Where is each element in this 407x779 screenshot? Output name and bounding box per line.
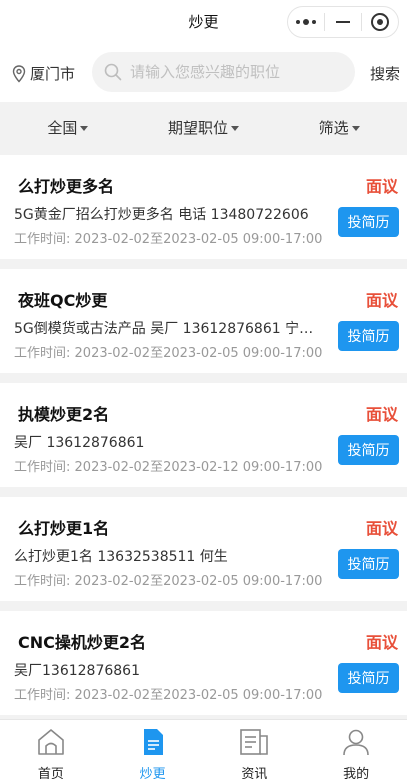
filter-label: 筛选 (318, 118, 349, 137)
search-icon (104, 63, 122, 81)
tab-profile[interactable]: 我的 (305, 720, 407, 779)
more-button[interactable] (288, 7, 324, 37)
apply-button[interactable]: 投简历 (338, 321, 399, 351)
minimize-button[interactable] (325, 7, 361, 37)
job-card[interactable]: 执模炒更2名 面议 吴厂 13612876861 工作时间: 2023-02-0… (0, 383, 407, 487)
caret-down-icon (231, 125, 240, 131)
job-time: 工作时间: 2023-02-02至2023-02-05 09:00-17:00 (14, 570, 322, 589)
minimize-icon (336, 21, 350, 23)
job-title: CNC操机炒更2名 (18, 633, 147, 652)
tab-home[interactable]: 首页 (0, 720, 102, 779)
apply-button[interactable]: 投简历 (338, 663, 399, 693)
apply-button[interactable]: 投简历 (338, 549, 399, 579)
job-time-label: 工作时间: (14, 232, 71, 247)
filter-label: 期望职位 (168, 118, 229, 137)
miniprogram-capsule (287, 6, 399, 38)
close-miniprogram-button[interactable] (362, 7, 398, 37)
tab-gigs[interactable]: 炒更 (102, 720, 204, 779)
more-dots-icon (296, 19, 316, 25)
tab-label: 首页 (37, 767, 64, 779)
job-time-label: 工作时间: (14, 460, 71, 475)
job-card[interactable]: 么打炒更多名 面议 5G黄金厂招么打炒更多名 电话 13480722606 工作… (0, 155, 407, 259)
tab-label: 我的 (343, 767, 370, 779)
person-icon (343, 729, 369, 756)
job-card[interactable]: 么打炒更1名 面议 么打炒更1名 13632538511 何生 工作时间: 20… (0, 497, 407, 601)
home-icon (38, 729, 64, 755)
filter-more[interactable]: 筛选 (271, 102, 407, 152)
job-description: 么打炒更1名 13632538511 何生 (14, 549, 228, 565)
search-bar: 厦门市 搜索 (0, 44, 407, 102)
job-description: 吴厂13612876861 (14, 663, 140, 679)
search-button[interactable]: 搜索 (370, 63, 400, 84)
job-card[interactable]: 夜班QC炒更 面议 5G倒模货或古法产品 吴厂 13612876861 宁… 工… (0, 269, 407, 373)
job-time-value: 2023-02-02至2023-02-12 09:00-17:00 (74, 460, 323, 475)
city-selector[interactable]: 厦门市 (12, 63, 75, 84)
job-time-label: 工作时间: (14, 688, 71, 703)
tab-news[interactable]: 资讯 (204, 720, 306, 779)
search-box[interactable] (92, 52, 355, 92)
target-icon (371, 13, 389, 31)
job-time-value: 2023-02-02至2023-02-05 09:00-17:00 (74, 688, 323, 703)
job-time: 工作时间: 2023-02-02至2023-02-12 09:00-17:00 (14, 456, 322, 475)
job-title: 么打炒更1名 (18, 519, 110, 538)
job-title: 执模炒更2名 (18, 405, 110, 424)
job-time: 工作时间: 2023-02-02至2023-02-05 09:00-17:00 (14, 684, 322, 703)
job-time: 工作时间: 2023-02-02至2023-02-05 09:00-17:00 (14, 228, 322, 247)
filter-bar: 全国 期望职位 筛选 (0, 102, 407, 152)
job-time-label: 工作时间: (14, 574, 71, 589)
apply-button[interactable]: 投简历 (338, 435, 399, 465)
filter-position[interactable]: 期望职位 (136, 102, 272, 152)
title-bar: 炒更 (0, 0, 407, 44)
filter-region[interactable]: 全国 (0, 102, 136, 152)
search-input[interactable] (130, 63, 340, 81)
job-time: 工作时间: 2023-02-02至2023-02-05 09:00-17:00 (14, 342, 322, 361)
job-description: 5G倒模货或古法产品 吴厂 13612876861 宁… (14, 321, 314, 337)
city-label: 厦门市 (30, 65, 76, 83)
location-pin-icon (12, 64, 26, 83)
filter-label: 全国 (47, 118, 78, 137)
job-time-value: 2023-02-02至2023-02-05 09:00-17:00 (74, 574, 323, 589)
tab-label: 资讯 (241, 767, 268, 779)
job-card[interactable]: CNC操机炒更2名 面议 吴厂13612876861 工作时间: 2023-02… (0, 611, 407, 715)
caret-down-icon (80, 125, 89, 131)
job-title: 么打炒更多名 (18, 177, 115, 196)
tab-label: 炒更 (139, 767, 166, 779)
job-salary: 面议 (365, 177, 398, 196)
news-icon (240, 729, 269, 755)
bottom-tab-bar: 首页 炒更 资讯 我的 (0, 719, 407, 779)
job-time-value: 2023-02-02至2023-02-05 09:00-17:00 (74, 346, 323, 361)
job-description: 5G黄金厂招么打炒更多名 电话 13480722606 (14, 207, 309, 223)
apply-button[interactable]: 投简历 (338, 207, 399, 237)
job-time-label: 工作时间: (14, 346, 71, 361)
job-salary: 面议 (365, 291, 398, 310)
job-time-value: 2023-02-02至2023-02-05 09:00-17:00 (74, 232, 323, 247)
caret-down-icon (351, 125, 360, 131)
job-salary: 面议 (365, 405, 398, 424)
job-salary: 面议 (365, 633, 398, 652)
job-salary: 面议 (365, 519, 398, 538)
job-title: 夜班QC炒更 (18, 291, 108, 310)
job-description: 吴厂 13612876861 (14, 435, 145, 451)
document-icon (143, 729, 163, 755)
